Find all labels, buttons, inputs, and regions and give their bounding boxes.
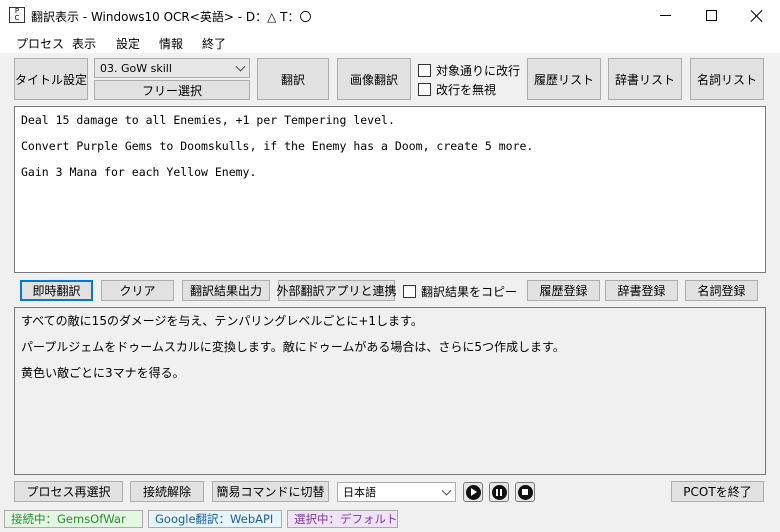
menu-info[interactable]: 情報 [159,35,183,52]
profile-select-value: 03. GoW skill [100,61,172,75]
source-line: Gain 3 Mana for each Yellow Enemy. [21,165,257,179]
ignore-newline-checkbox[interactable]: 改行を無視 [418,81,496,98]
chevron-down-icon [235,61,246,72]
external-app-link-button[interactable]: 外部翻訳アプリと連携 [277,280,397,301]
title-bar[interactable]: PC 翻訳表示 - Windows10 OCR<英語> - D：△ T：〇 [0,0,780,31]
checkbox-box[interactable] [403,285,416,298]
translated-line: すべての敵に15のダメージを与え、テンパリングレベルごとに+1します。 [21,314,423,328]
source-line: Convert Purple Gems to Doomskulls, if th… [21,139,534,153]
checkbox-box[interactable] [418,64,431,77]
status-connection: 接続中：GemsOfWar [4,510,143,528]
close-button[interactable] [734,0,780,31]
profile-select[interactable]: 03. GoW skill [94,58,250,78]
noun-list-button[interactable]: 名詞リスト [690,58,764,100]
image-translate-button[interactable]: 画像翻訳 [337,58,411,100]
menu-settings[interactable]: 設定 [116,35,140,52]
pause-icon [491,484,507,500]
play-icon [465,484,481,500]
chevron-down-icon [441,485,452,496]
wrap-as-target-checkbox[interactable]: 対象通りに改行 [418,62,520,79]
simple-command-button[interactable]: 簡易コマンドに切替 [212,481,329,502]
history-register-button[interactable]: 履歴登録 [527,280,600,301]
translated-line: 黄色い敵ごとに3マナを得る。 [21,366,185,380]
title-setting-button[interactable]: タイトル設定 [14,58,88,100]
status-selection: 選択中：デフォルト [287,510,398,528]
copy-result-checkbox[interactable]: 翻訳結果をコピー [403,283,517,300]
stop-button[interactable] [515,482,535,502]
free-select-button[interactable]: フリー選択 [94,80,250,100]
ignore-newline-label: 改行を無視 [436,83,497,97]
dictionary-list-button[interactable]: 辞書リスト [608,58,682,100]
noun-register-button[interactable]: 名詞登録 [685,280,758,301]
maximize-icon [705,10,717,21]
source-text-area[interactable]: Deal 15 damage to all Enemies, +1 per Te… [14,106,766,273]
history-list-button[interactable]: 履歴リスト [527,58,601,100]
dictionary-register-button[interactable]: 辞書登録 [605,280,678,301]
checkbox-box[interactable] [418,83,431,96]
pause-button[interactable] [489,482,509,502]
clear-button[interactable]: クリア [101,280,174,301]
source-line: Deal 15 damage to all Enemies, +1 per Te… [21,113,395,127]
app-icon[interactable]: PC [9,7,25,23]
close-icon [750,9,764,23]
copy-result-label: 翻訳結果をコピー [421,285,518,299]
language-select[interactable]: 日本語 [337,482,456,502]
stop-icon [517,484,533,500]
menu-process[interactable]: プロセス [16,35,64,52]
menu-bar: プロセス 表示 設定 情報 終了 [0,31,780,53]
status-translation-engine: Google翻訳：WebAPI [148,510,282,528]
maximize-button[interactable] [688,0,734,31]
reselect-process-button[interactable]: プロセス再選択 [14,481,123,502]
window-title: 翻訳表示 - Windows10 OCR<英語> - D：△ T：〇 [31,10,312,24]
menu-view[interactable]: 表示 [72,35,96,52]
menu-exit[interactable]: 終了 [202,35,226,52]
wrap-as-target-label: 対象通りに改行 [436,64,521,78]
minimize-button[interactable] [642,0,688,31]
instant-translate-button[interactable]: 即時翻訳 [20,280,93,301]
exit-pcot-button[interactable]: PCOTを終了 [671,481,764,502]
language-select-value: 日本語 [343,486,376,499]
translate-button[interactable]: 翻訳 [257,58,329,100]
translated-text-area[interactable]: すべての敵に15のダメージを与え、テンパリングレベルごとに+1します。 パープル… [14,307,766,475]
translated-line: パープルジェムをドゥームスカルに変換します。敵にドゥームがある場合は、さらに5つ… [21,340,565,354]
output-result-button[interactable]: 翻訳結果出力 [182,280,270,301]
play-button[interactable] [463,482,483,502]
minimize-icon [659,15,671,16]
disconnect-button[interactable]: 接続解除 [130,481,204,502]
